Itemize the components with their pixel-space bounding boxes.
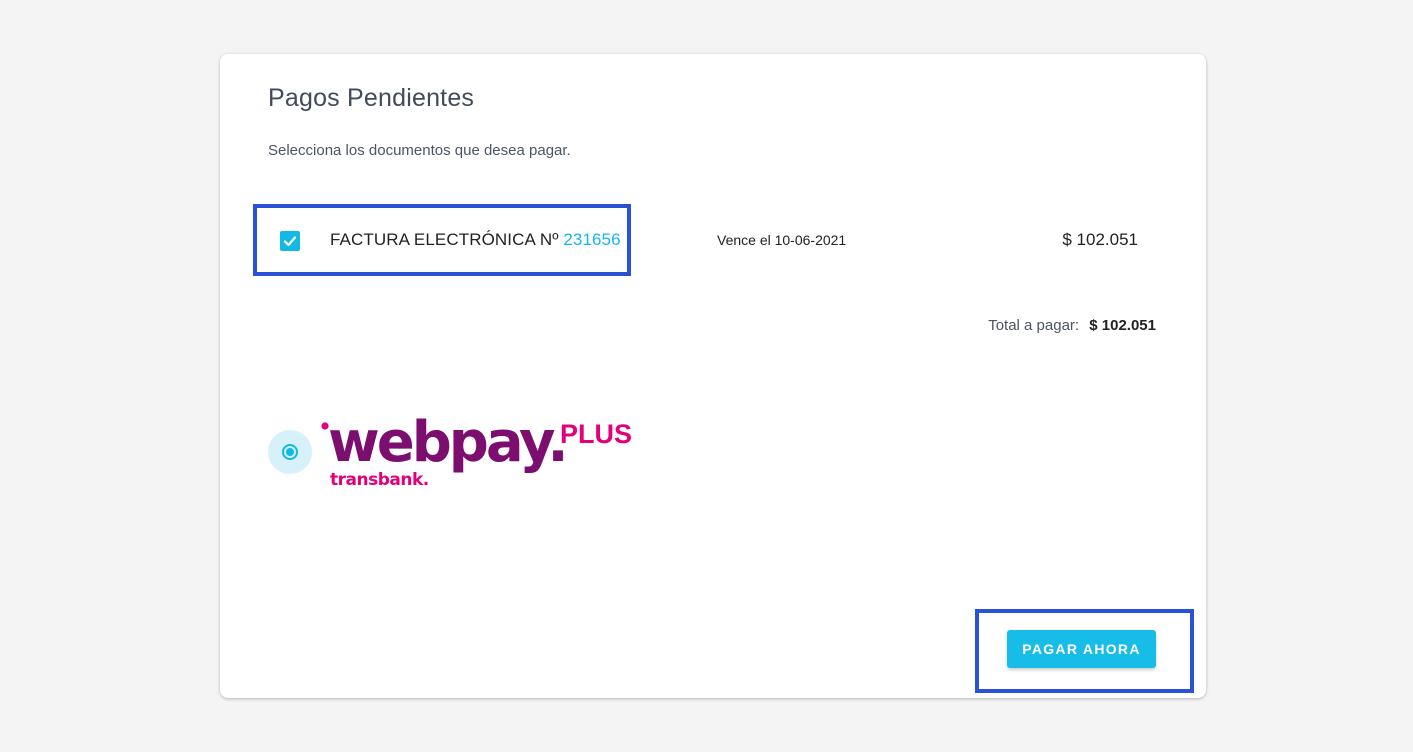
pay-now-button[interactable]: PAGAR AHORA: [1007, 630, 1156, 668]
svg-text:PLUS: PLUS: [560, 419, 632, 449]
total-label: Total a pagar:: [988, 317, 1080, 334]
total-to-pay: Total a pagar: $ 102.051: [988, 317, 1156, 334]
document-due-date: Vence el 10-06-2021: [717, 232, 847, 248]
pending-payments-card: Pagos Pendientes Selecciona los document…: [220, 54, 1206, 698]
document-amount: $ 102.051: [1062, 230, 1138, 249]
document-checkbox[interactable]: [280, 231, 300, 251]
page-subtitle: Selecciona los documentos que desea paga…: [268, 142, 571, 159]
radio-selected-dot: [286, 448, 294, 456]
document-label: FACTURA ELECTRÓNICA Nº 231656: [330, 230, 621, 250]
svg-text:webpay.: webpay.: [328, 410, 566, 475]
page-title: Pagos Pendientes: [268, 84, 475, 112]
checkmark-icon: [283, 236, 297, 247]
document-number-link[interactable]: 231656: [563, 230, 620, 249]
webpay-plus-logo[interactable]: webpay. PLUS transbank.: [318, 408, 638, 492]
document-type: FACTURA ELECTRÓNICA Nº: [330, 230, 559, 249]
svg-text:transbank.: transbank.: [330, 470, 429, 490]
radio-outer: [282, 444, 298, 460]
webpay-radio[interactable]: [268, 430, 312, 474]
total-value: $ 102.051: [1089, 317, 1156, 334]
